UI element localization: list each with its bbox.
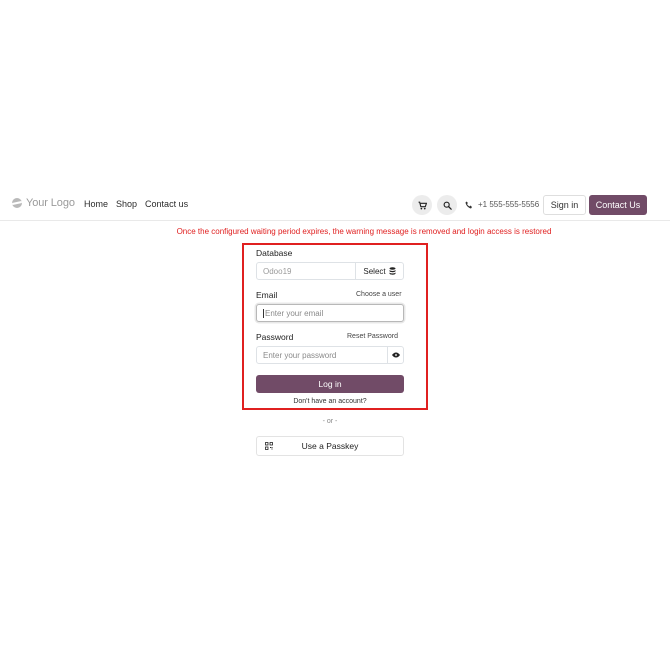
navbar-divider <box>0 220 670 221</box>
sign-in-button[interactable]: Sign in <box>543 195 586 215</box>
nav-link-contact-us[interactable]: Contact us <box>145 199 188 209</box>
choose-user-link[interactable]: Choose a user <box>356 291 402 298</box>
password-field[interactable]: Enter your password <box>256 346 388 364</box>
passkey-button[interactable]: Use a Passkey <box>256 436 404 456</box>
database-select-label: Select <box>363 266 386 276</box>
nav-link-shop[interactable]: Shop <box>116 199 137 209</box>
eye-icon <box>391 352 400 358</box>
main-nav: Home Shop Contact us <box>84 199 188 209</box>
logo-mark-icon <box>12 198 22 208</box>
password-label: Password <box>256 332 294 342</box>
phone-icon <box>465 201 472 208</box>
signup-link[interactable]: Don't have an account? <box>256 398 404 405</box>
passkey-label: Use a Passkey <box>301 441 359 451</box>
phone-contact[interactable]: +1 555-555-5556 <box>465 200 539 209</box>
cart-button[interactable] <box>412 195 432 215</box>
reset-password-link[interactable]: Reset Password <box>347 333 398 340</box>
search-icon <box>443 201 452 210</box>
show-password-button[interactable] <box>387 346 404 364</box>
top-navbar: Your Logo Home Shop Contact us +1 555-55… <box>0 193 670 217</box>
email-placeholder: Enter your email <box>265 308 324 318</box>
database-select-button[interactable]: Select <box>355 262 404 280</box>
login-button[interactable]: Log in <box>256 375 404 393</box>
email-label: Email <box>256 290 278 300</box>
text-cursor <box>263 308 264 318</box>
search-button[interactable] <box>437 195 457 215</box>
database-label: Database <box>256 248 293 258</box>
database-icon <box>389 267 396 275</box>
password-placeholder: Enter your password <box>263 350 337 360</box>
logo-text: Your Logo <box>26 197 75 209</box>
or-separator: - or - <box>322 418 338 425</box>
warning-message: Once the configured waiting period expir… <box>176 227 552 236</box>
nav-link-home[interactable]: Home <box>84 199 108 209</box>
qr-code-icon <box>265 442 273 450</box>
email-field[interactable]: Enter your email <box>256 304 404 322</box>
phone-number: +1 555-555-5556 <box>478 200 540 209</box>
cart-icon <box>418 201 427 209</box>
database-field[interactable]: Odoo19 <box>256 262 356 280</box>
site-logo[interactable]: Your Logo <box>12 197 75 209</box>
contact-us-button[interactable]: Contact Us <box>589 195 647 215</box>
database-value: Odoo19 <box>263 266 292 276</box>
